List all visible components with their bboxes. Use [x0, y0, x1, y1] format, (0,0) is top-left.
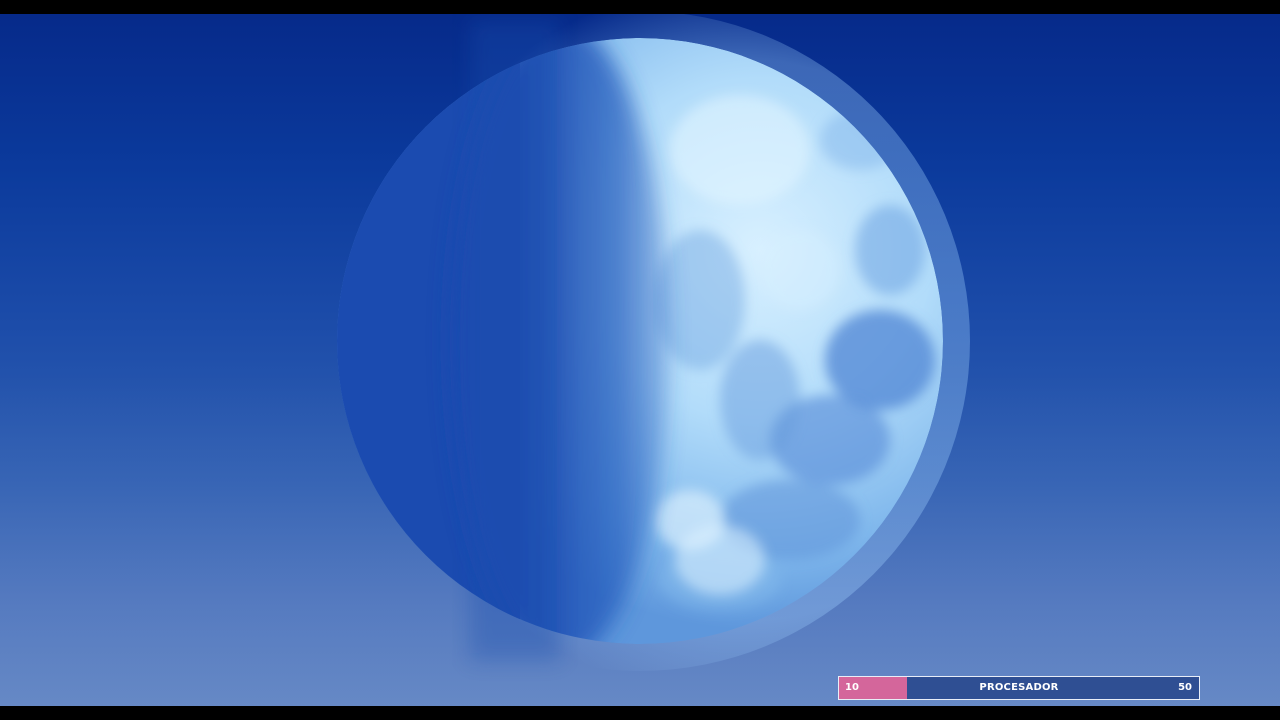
moon-limb-haze: [470, 20, 560, 660]
letterbox-top: [0, 0, 1280, 14]
letterbox-bottom: [0, 706, 1280, 720]
game-screen: 10 PROCESADOR 50: [0, 0, 1280, 720]
moon-graphic: [310, 11, 970, 671]
processor-meter-max: 50: [1178, 682, 1192, 693]
processor-meter-label: PROCESADOR: [979, 682, 1059, 693]
processor-meter: 10 PROCESADOR 50: [838, 676, 1200, 700]
moon: [0, 0, 1280, 720]
